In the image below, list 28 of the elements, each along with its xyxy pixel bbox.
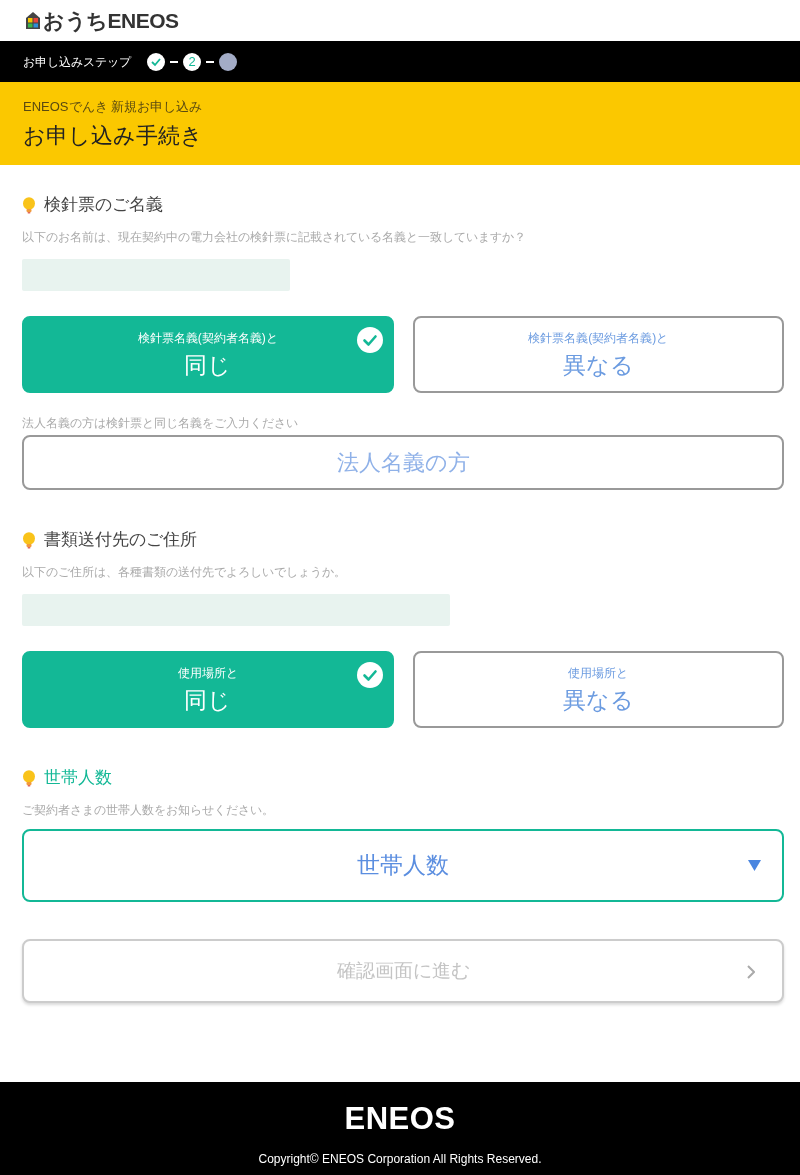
- lightbulb-icon: [22, 769, 36, 787]
- dropdown-arrow-icon: [748, 860, 761, 871]
- chevron-right-icon: [747, 965, 755, 979]
- corporate-name-button[interactable]: 法人名義の方: [22, 435, 784, 490]
- section-title: 書類送付先のご住所: [44, 529, 197, 552]
- section-note: 法人名義の方は検針票と同じ名義をご入力ください: [22, 415, 299, 432]
- household-size-select[interactable]: 世帯人数: [22, 829, 784, 902]
- section-description: 以下のお名前は、現在契約中の電力会社の検針票に記載されている名義と一致していますか？: [22, 229, 527, 246]
- steps-label: お申し込みステップ: [23, 53, 131, 71]
- section-title: 世帯人数: [44, 767, 112, 790]
- choice-option-button[interactable]: 検針票名義(契約者名義)と 同じ: [22, 316, 394, 393]
- section-title: 検針票のご名義: [44, 194, 163, 217]
- checkmark-icon: [356, 662, 383, 688]
- house-logo-icon: [26, 12, 40, 29]
- lightbulb-icon: [22, 531, 36, 549]
- section-description: 以下のご住所は、各種書類の送付先でよろしいでしょうか。: [22, 564, 347, 581]
- current-step-number: 2: [183, 52, 201, 71]
- section-description: ご契約者さまの世帯人数をお知らせください。: [22, 802, 275, 819]
- footer-logo: ENEOS: [344, 1101, 456, 1137]
- choice-option-button[interactable]: 使用場所と 異なる: [412, 651, 784, 728]
- site-logo[interactable]: おうちENEOS: [43, 10, 179, 31]
- lightbulb-icon: [22, 196, 36, 214]
- choice-option-button[interactable]: 使用場所と 同じ: [22, 651, 394, 728]
- page-title: お申し込み手続き: [23, 122, 204, 150]
- page-subtitle: ENEOSでんき 新規お申し込み: [23, 98, 204, 116]
- choice-option-button[interactable]: 検針票名義(契約者名義)と 異なる: [412, 316, 784, 393]
- copyright-text: Copyright© ENEOS Corporation All Rights Reserved.: [258, 1151, 542, 1167]
- checkmark-icon: [356, 327, 383, 353]
